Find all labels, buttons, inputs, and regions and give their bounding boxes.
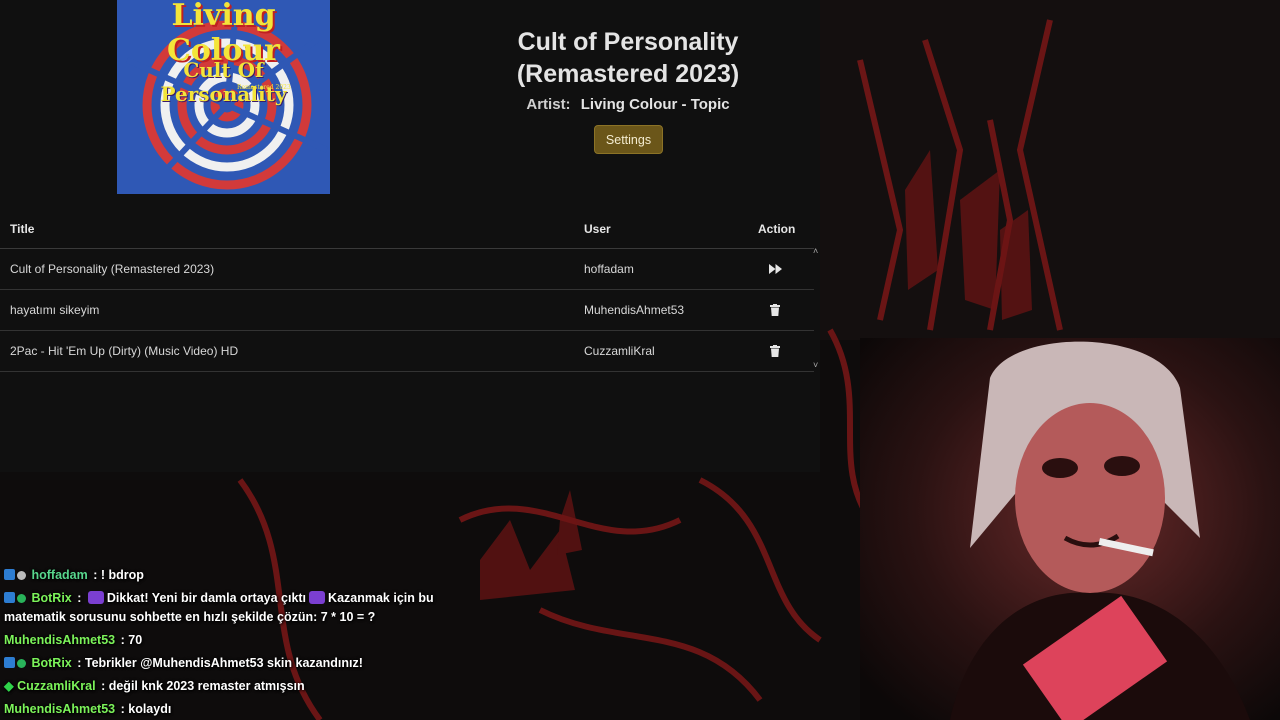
artist-label: Artist:	[526, 96, 571, 113]
chat-message: hoffadam : ! bdrop	[0, 566, 470, 585]
verified-badge-icon	[17, 594, 26, 603]
chat-text: kolaydı	[128, 702, 172, 716]
album-subtitle-text: Remastered 2023	[237, 84, 291, 91]
chat-text: Tebrikler @MuhendisAhmet53 skin kazandın…	[84, 656, 363, 670]
kick-badge-icon	[4, 569, 15, 580]
now-playing-artist: Artist: Living Colour - Topic	[470, 96, 786, 113]
song-user-cell: CuzzamliKral	[584, 344, 655, 358]
kick-badge-icon	[4, 657, 15, 668]
chat-separator: :	[117, 702, 129, 716]
now-playing-title-line1: Cult of Personality	[517, 28, 739, 56]
webcam-image	[860, 338, 1280, 720]
kick-badge-icon	[4, 592, 15, 603]
table-row: 2Pac - Hit 'Em Up (Dirty) (Music Video) …	[0, 331, 814, 372]
table-header-row: Title User Action	[0, 210, 814, 249]
song-title-cell: 2Pac - Hit 'Em Up (Dirty) (Music Video) …	[10, 344, 239, 358]
song-user-cell: MuhendisAhmet53	[584, 303, 685, 317]
album-title-text: Cult Of Personality	[160, 58, 287, 106]
chat-message: MuhendisAhmet53 : 70	[0, 631, 470, 650]
album-cover: Living Colour Cult Of Personality Remast…	[117, 0, 330, 194]
song-title-cell: Cult of Personality (Remastered 2023)	[10, 262, 215, 276]
chat-message: ◆ CuzzamliKral : değil knk 2023 remaster…	[0, 677, 470, 696]
chat-username[interactable]: BotRix	[31, 656, 71, 670]
action-cell	[758, 290, 792, 330]
chat-username[interactable]: MuhendisAhmet53	[4, 702, 115, 716]
chat-text: ! bdrop	[100, 568, 144, 582]
scroll-down-arrow[interactable]: ˅	[813, 360, 818, 370]
chat-message: BotRix : Dikkat! Yeni bir damla ortaya ç…	[0, 589, 470, 627]
chat-separator: :	[73, 656, 85, 670]
chat-separator: :	[117, 633, 129, 647]
chat-overlay: hoffadam : ! bdrop BotRix : Dikkat! Yeni…	[0, 562, 470, 719]
emote-icon	[309, 591, 326, 604]
chat-text: Dikkat! Yeni bir damla ortaya çıktı	[106, 591, 307, 605]
column-header-title: Title	[10, 222, 35, 236]
chat-separator: :	[97, 679, 109, 693]
now-playing-title-line2: (Remastered 2023)	[516, 60, 740, 88]
chat-username[interactable]: MuhendisAhmet53	[4, 633, 115, 647]
table-row: Cult of Personality (Remastered 2023) ho…	[0, 249, 814, 290]
action-cell	[758, 249, 792, 289]
chat-text: değil knk 2023 remaster atmışsın	[108, 679, 305, 693]
chat-username[interactable]: CuzzamliKral	[17, 679, 96, 693]
artist-name: Living Colour - Topic	[580, 96, 730, 113]
action-cell	[758, 331, 792, 371]
verified-badge-icon	[17, 659, 26, 668]
song-request-panel: Living Colour Cult Of Personality Remast…	[0, 0, 820, 472]
diamond-badge-icon: ◆	[4, 679, 14, 693]
webcam-feed	[860, 338, 1280, 720]
column-header-user: User	[584, 222, 611, 236]
settings-badge-icon	[17, 571, 26, 580]
emote-icon	[87, 591, 104, 604]
chat-text: 70	[128, 633, 143, 647]
chat-message: BotRix : Tebrikler @MuhendisAhmet53 skin…	[0, 654, 470, 673]
column-header-action: Action	[758, 222, 796, 236]
chat-username[interactable]: hoffadam	[31, 568, 87, 582]
song-user-cell: hoffadam	[584, 262, 634, 276]
chat-username[interactable]: BotRix	[31, 591, 71, 605]
fast-forward-icon[interactable]	[765, 249, 785, 289]
table-row: hayatımı sikeyim MuhendisAhmet53	[0, 290, 814, 331]
settings-button[interactable]: Settings	[594, 125, 663, 154]
chat-message: MuhendisAhmet53 : kolaydı	[0, 700, 470, 719]
chat-separator: :	[89, 568, 101, 582]
chat-separator: :	[73, 591, 85, 605]
song-queue-table: Title User Action Cult of Personality (R…	[0, 210, 814, 372]
scroll-up-arrow[interactable]: ˄	[813, 246, 818, 256]
song-title-cell: hayatımı sikeyim	[10, 303, 100, 317]
now-playing-title: Cult of Personality (Remastered 2023)	[470, 26, 786, 90]
trash-icon[interactable]	[765, 290, 785, 330]
trash-icon[interactable]	[765, 331, 785, 371]
